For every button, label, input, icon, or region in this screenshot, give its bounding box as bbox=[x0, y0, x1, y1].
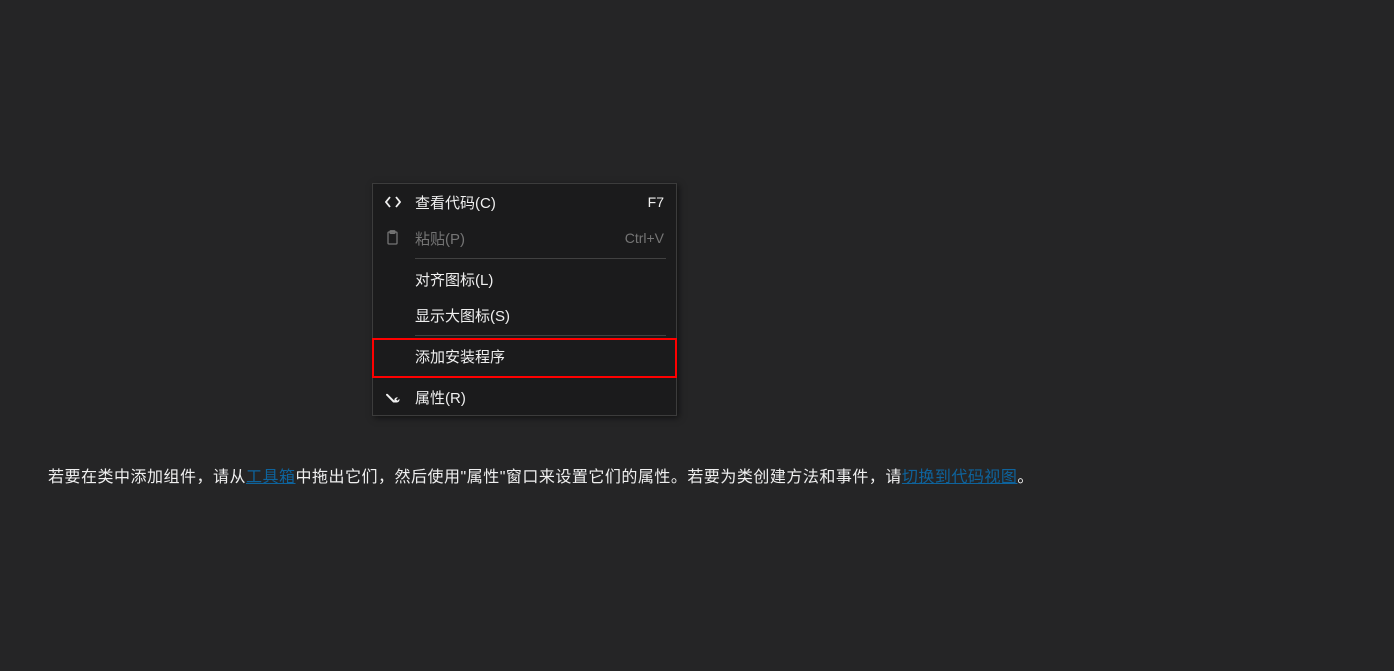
menu-item-paste: 粘贴(P) Ctrl+V bbox=[373, 220, 676, 256]
menu-item-properties[interactable]: 属性(R) bbox=[373, 379, 676, 415]
menu-label: 属性(R) bbox=[415, 387, 664, 408]
menu-item-show-large-icons[interactable]: 显示大图标(S) bbox=[373, 297, 676, 333]
menu-item-add-installer[interactable]: 添加安装程序 bbox=[373, 338, 676, 374]
menu-label: 显示大图标(S) bbox=[415, 305, 664, 326]
menu-label: 对齐图标(L) bbox=[415, 269, 664, 290]
menu-separator bbox=[415, 376, 666, 377]
menu-label: 粘贴(P) bbox=[415, 228, 605, 249]
paste-icon bbox=[381, 230, 405, 246]
hint-part1: 若要在类中添加组件，请从 bbox=[48, 469, 246, 486]
link-code-view[interactable]: 切换到代码视图 bbox=[902, 469, 1018, 486]
menu-separator bbox=[415, 335, 666, 336]
hint-part2: 中拖出它们，然后使用"属性"窗口来设置它们的属性。若要为类创建方法和事件，请 bbox=[296, 469, 902, 486]
menu-label: 查看代码(C) bbox=[415, 192, 628, 213]
hint-part3: 。 bbox=[1017, 469, 1034, 486]
menu-item-align-icons[interactable]: 对齐图标(L) bbox=[373, 261, 676, 297]
wrench-icon bbox=[381, 389, 405, 405]
menu-shortcut: Ctrl+V bbox=[625, 230, 664, 246]
context-menu: 查看代码(C) F7 粘贴(P) Ctrl+V 对齐图标(L) 显示大图标(S)… bbox=[372, 183, 677, 416]
code-icon bbox=[381, 194, 405, 210]
menu-shortcut: F7 bbox=[648, 194, 664, 210]
link-toolbox[interactable]: 工具箱 bbox=[246, 469, 296, 486]
designer-hint-text: 若要在类中添加组件，请从工具箱中拖出它们，然后使用"属性"窗口来设置它们的属性。… bbox=[48, 463, 1384, 487]
menu-separator bbox=[415, 258, 666, 259]
menu-item-view-code[interactable]: 查看代码(C) F7 bbox=[373, 184, 676, 220]
menu-label: 添加安装程序 bbox=[415, 346, 664, 367]
